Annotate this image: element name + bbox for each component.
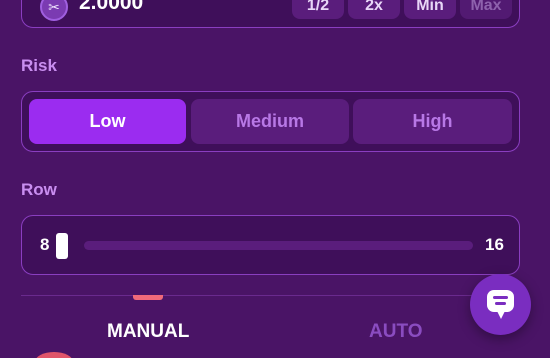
risk-high-button[interactable]: High	[353, 99, 512, 144]
row-slider-track[interactable]	[84, 241, 473, 250]
row-slider-container: 8 16	[21, 215, 520, 275]
tabs-divider	[21, 295, 520, 296]
risk-selector: Low Medium High	[21, 91, 520, 152]
row-label: Row	[21, 180, 57, 199]
tab-manual[interactable]: MANUAL	[107, 321, 189, 343]
chat-icon	[487, 290, 514, 319]
double-button[interactable]: 2x	[348, 0, 400, 19]
bet-amount-field[interactable]: ✂ 2.0000 1/2 2x Min Max	[21, 0, 520, 28]
half-button[interactable]: 1/2	[292, 0, 344, 19]
row-max-value: 16	[485, 235, 504, 254]
scissors-coin-icon: ✂	[40, 0, 68, 21]
risk-label: Risk	[21, 56, 57, 75]
min-button[interactable]: Min	[404, 0, 456, 19]
tab-auto[interactable]: AUTO	[369, 321, 422, 343]
max-button[interactable]: Max	[460, 0, 512, 19]
chat-button[interactable]	[470, 274, 531, 335]
bet-amount-value[interactable]: 2.0000	[79, 0, 143, 15]
risk-low-button[interactable]: Low	[29, 99, 186, 144]
game-controls-panel: ✂ 2.0000 1/2 2x Min Max Risk Low Medium …	[0, 0, 550, 358]
row-slider-thumb[interactable]	[56, 233, 68, 259]
row-min-value: 8	[40, 235, 50, 254]
active-tab-indicator	[133, 295, 163, 300]
risk-medium-button[interactable]: Medium	[191, 99, 349, 144]
bottom-decoration	[35, 352, 73, 358]
